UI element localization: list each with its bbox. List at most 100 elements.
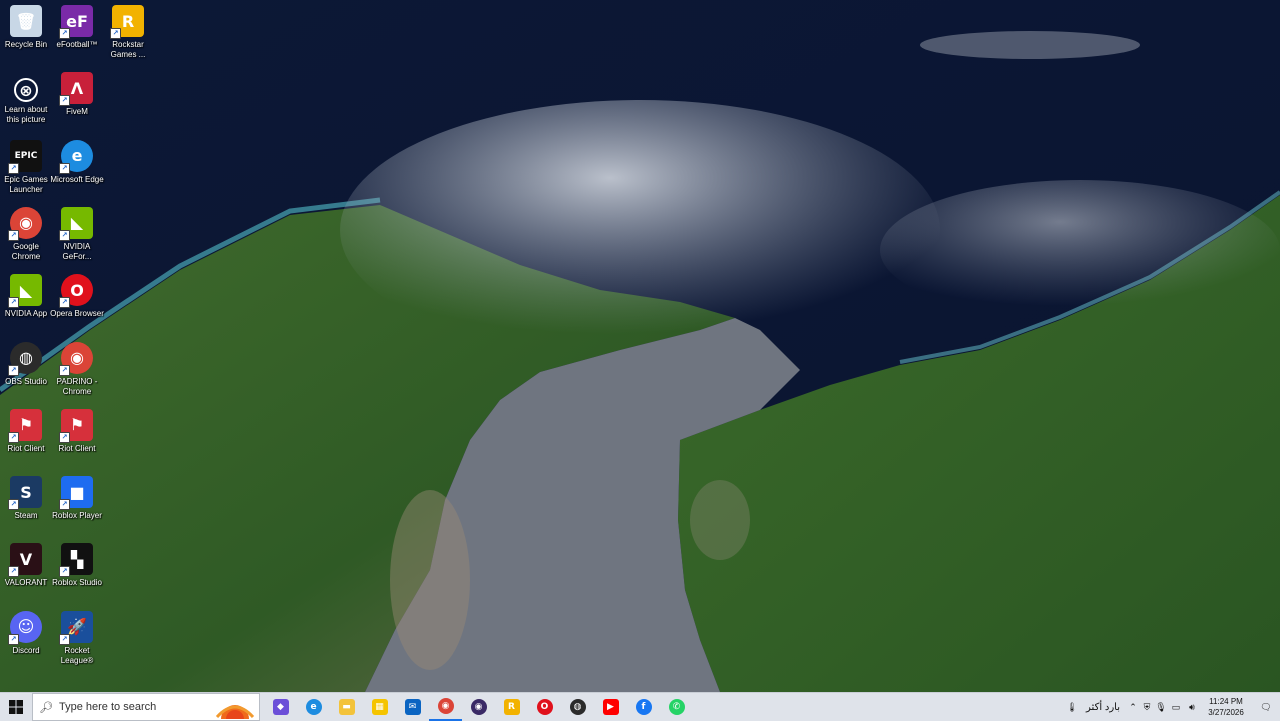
notifications-icon[interactable]: 🗨︎ xyxy=(1252,693,1280,721)
riot-client-icon: ⚑ ↗ xyxy=(59,408,93,443)
recycle-bin-icon: 🗑 xyxy=(10,5,42,37)
weather-text[interactable]: بارد أكثر xyxy=(1080,693,1126,721)
desktop-icon-label: Rockstar Games ... xyxy=(110,40,146,59)
valorant-icon: V ↗ xyxy=(8,543,42,578)
shortcut-arrow-icon: ↗ xyxy=(59,633,70,645)
taskbar-app-facebook[interactable]: f xyxy=(627,693,660,721)
chrome-profile-icon: ◉ ↗ xyxy=(59,341,93,376)
shortcut-arrow-icon: ↗ xyxy=(59,499,70,511)
desktop-icon-opera[interactable]: O ↗ Opera Browser xyxy=(50,272,104,336)
desktop-icon-valorant[interactable]: V ↗ VALORANT xyxy=(0,541,52,605)
desktop-icon-label: Epic Games Launcher xyxy=(4,174,48,194)
taskbar-app-obs[interactable]: ◍ xyxy=(561,693,594,721)
weather-icon[interactable]: 🌡︎ xyxy=(1064,693,1080,721)
desktop-icon-steam[interactable]: S ↗ Steam xyxy=(0,474,52,538)
desktop-icon-nvidia-app[interactable]: ◣ ↗ NVIDIA App xyxy=(0,272,52,336)
roblox-studio-icon: ▚ ↗ xyxy=(59,543,93,578)
taskbar-app-chrome-profile[interactable]: ◉ xyxy=(462,693,495,721)
taskbar-app-opera[interactable]: O xyxy=(528,693,561,721)
fivem-icon: Λ ↗ xyxy=(59,72,93,107)
shortcut-arrow-icon: ↗ xyxy=(59,95,70,107)
desktop-icon-epic-games[interactable]: EPIC ↗ Epic Games Launcher xyxy=(0,138,52,202)
desktop-icon-label: NVIDIA App xyxy=(4,309,48,319)
taskbar-clock[interactable]: 11:24 PM 3/27/2026 xyxy=(1200,693,1252,721)
desktop: 🗑 Recycle Bin eF ↗ eFootball™ R ↗ Rockstar Game… xyxy=(0,0,1280,692)
security-icon[interactable]: ⛨ xyxy=(1140,693,1154,721)
desktop-icon-chrome[interactable]: ◉ ↗ Google Chrome xyxy=(0,205,52,269)
desktop-icon-label: eFootball™ xyxy=(56,40,98,49)
shortcut-arrow-icon: ↗ xyxy=(8,297,19,309)
desktop-icon-label: Steam xyxy=(14,511,38,521)
taskbar-app-copilot[interactable]: ◆ xyxy=(264,693,297,721)
show-hidden-icons-chevron-icon[interactable]: ⌃ xyxy=(1126,693,1140,721)
desktop-icon-riot-client[interactable]: ⚑ ↗ Riot Client xyxy=(0,407,52,471)
folder-icon: ▬ xyxy=(338,699,355,715)
shortcut-arrow-icon: ↗ xyxy=(110,28,121,39)
volume-icon[interactable]: 🔊︎ xyxy=(1184,693,1200,721)
riot-client-icon: ⚑ ↗ xyxy=(8,408,42,443)
shortcut-arrow-icon: ↗ xyxy=(8,162,19,174)
shortcut-arrow-icon: ↗ xyxy=(8,633,19,645)
taskbar-app-file-explorer[interactable]: ▬ xyxy=(330,693,363,721)
obs-icon: ◍ ↗ xyxy=(8,341,42,376)
edge-icon: e xyxy=(305,699,322,715)
rockstar-icon: R xyxy=(503,699,520,715)
steam-icon: S ↗ xyxy=(8,476,42,511)
taskbar-app-whatsapp[interactable]: ✆ xyxy=(660,693,693,721)
desktop-icon-efootball[interactable]: eF ↗ eFootball™ xyxy=(51,3,103,67)
youtube-icon: ▶ xyxy=(602,699,619,715)
desktop-icon-label: Google Chrome xyxy=(11,241,41,261)
desktop-icon-label: Learn about this picture xyxy=(4,105,48,125)
desktop-icon-discord[interactable]: ☺ ↗ Discord xyxy=(0,609,52,673)
desktop-icon-label: Rocket League® xyxy=(60,645,94,665)
desktop-icon-label: PADRINO - Chrome xyxy=(56,376,98,396)
taskbar-search-box[interactable]: 🔎︎ Type here to search xyxy=(32,693,260,721)
taskbar-app-rockstar[interactable]: R xyxy=(495,693,528,721)
desktop-icon-label: Riot Client xyxy=(7,443,45,453)
nvidia-app-icon: ◣ ↗ xyxy=(8,274,42,309)
mail-icon: ✉ xyxy=(404,699,421,715)
microphone-icon[interactable]: 🎙︎ xyxy=(1154,693,1168,721)
start-button[interactable] xyxy=(0,693,32,721)
desktop-icon-riot-client[interactable]: ⚑ ↗ Riot Client xyxy=(51,407,103,471)
network-icon[interactable]: ▭ xyxy=(1168,693,1184,721)
taskbar-app-chrome[interactable]: ◉ xyxy=(429,693,462,721)
desktop-icon-recycle-bin[interactable]: 🗑 Recycle Bin xyxy=(0,3,52,67)
desktop-icon-label: Roblox Studio xyxy=(52,578,102,588)
system-tray: 🌡︎ بارد أكثر ⌃ ⛨ 🎙︎ ▭ 🔊︎ 11:24 PM 3/27/2… xyxy=(1064,693,1280,721)
chrome-icon: ◉ xyxy=(437,698,454,714)
shortcut-arrow-icon: ↗ xyxy=(8,229,19,241)
desktop-icon-roblox-player[interactable]: ■ ↗ Roblox Player xyxy=(51,474,103,538)
desktop-icon-label: Riot Client xyxy=(58,443,96,453)
shortcut-arrow-icon: ↗ xyxy=(8,431,19,443)
desktop-icon-chrome-profile[interactable]: ◉ ↗ PADRINO - Chrome xyxy=(51,340,103,404)
discord-icon: ☺ ↗ xyxy=(8,610,42,645)
desktop-icon-camera-info[interactable]: ⊗ Learn about this picture xyxy=(0,70,52,134)
desktop-icon-label: NVIDIA GeFor... xyxy=(62,241,92,261)
desktop-icon-fivem[interactable]: Λ ↗ FiveM xyxy=(51,70,103,134)
desktop-icon-label: Roblox Player xyxy=(52,511,102,521)
shortcut-arrow-icon: ↗ xyxy=(59,364,70,376)
obs-icon: ◍ xyxy=(569,699,586,715)
copilot-icon: ◆ xyxy=(272,699,289,715)
shortcut-arrow-icon: ↗ xyxy=(8,364,19,376)
desktop-icon-label: Opera Browser xyxy=(50,309,104,319)
taskbar-app-edge[interactable]: e xyxy=(297,693,330,721)
shortcut-arrow-icon: ↗ xyxy=(59,297,70,309)
desktop-icon-roblox-studio[interactable]: ▚ ↗ Roblox Studio xyxy=(51,541,103,605)
taskbar-app-youtube[interactable]: ▶ xyxy=(594,693,627,721)
desktop-icon-label: Recycle Bin xyxy=(4,40,48,49)
taskbar-app-mail[interactable]: ✉ xyxy=(396,693,429,721)
search-placeholder: Type here to search xyxy=(59,701,157,713)
taskbar-app-store[interactable]: ▦ xyxy=(363,693,396,721)
desktop-icon-rockstar[interactable]: R ↗ Rockstar Games ... xyxy=(102,3,154,67)
desktop-icon-rocket-league[interactable]: 🚀 ↗ Rocket League® xyxy=(51,609,103,673)
desktop-icon-edge[interactable]: e ↗ Microsoft Edge xyxy=(50,138,104,202)
nvidia-geforce-icon: ◣ ↗ xyxy=(59,206,93,241)
desktop-icon-label: Discord xyxy=(12,645,40,655)
desktop-icon-obs[interactable]: ◍ ↗ OBS Studio xyxy=(0,340,52,404)
search-highlight-icon[interactable] xyxy=(213,695,257,719)
desktop-icon-nvidia-geforce[interactable]: ◣ ↗ NVIDIA GeFor... xyxy=(51,205,103,269)
store-icon: ▦ xyxy=(371,699,388,715)
desktop-icon-label: VALORANT xyxy=(4,578,48,588)
